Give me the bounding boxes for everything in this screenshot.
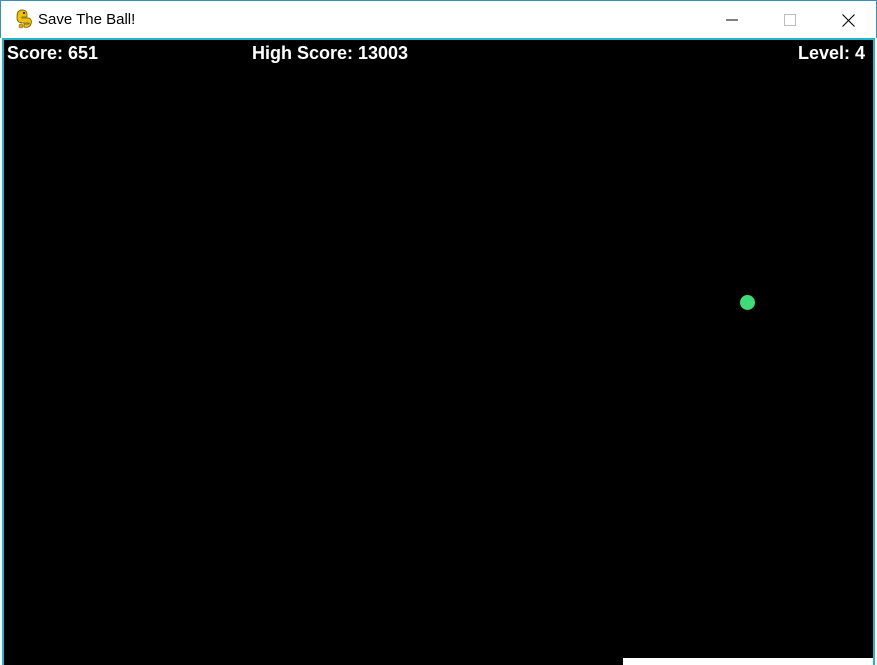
game-window: Save The Ball! Score: 651 High Score: 13… (0, 0, 877, 665)
maximize-button[interactable] (761, 1, 819, 39)
high-score-label: High Score: 13003 (252, 43, 409, 63)
game-canvas[interactable]: Score: 651 High Score: 13003 Level: 4 (2, 38, 875, 665)
maximize-icon (784, 14, 796, 26)
title-bar[interactable]: Save The Ball! (0, 0, 877, 38)
window-title: Save The Ball! (38, 11, 136, 28)
python-snake-icon (16, 9, 32, 29)
close-button[interactable] (819, 1, 877, 39)
level-label: Level: 4 (797, 43, 865, 63)
paddle[interactable] (623, 658, 873, 665)
close-icon (841, 13, 855, 27)
ball (740, 295, 755, 310)
score-label: Score: 651 (7, 43, 99, 63)
minimize-icon (726, 19, 738, 21)
minimize-button[interactable] (703, 1, 761, 39)
